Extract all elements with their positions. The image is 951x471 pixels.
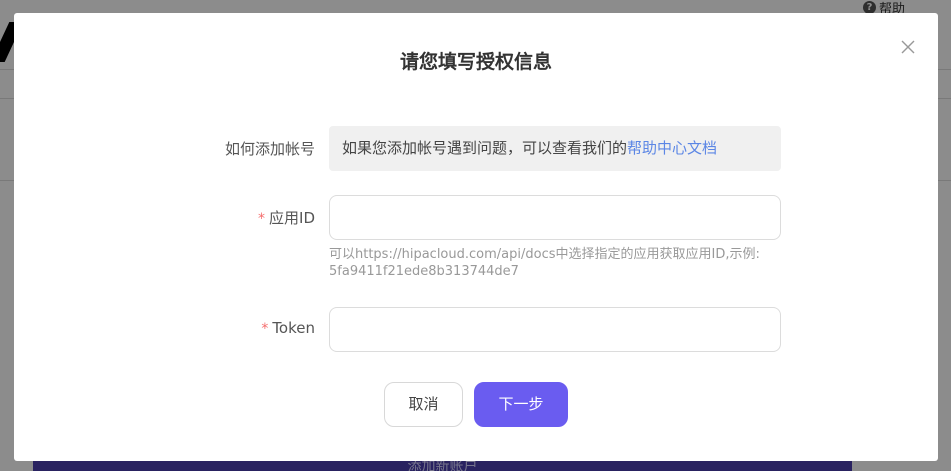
how-to-label: 如何添加帐号 xyxy=(224,140,315,158)
help-center-link[interactable]: 帮助中心文档 xyxy=(627,139,717,157)
token-label-text: Token xyxy=(272,319,315,337)
app-id-hint: 可以https://hipacloud.com/api/docs中选择指定的应用… xyxy=(329,247,760,279)
authorization-dialog: 请您填写授权信息 如何添加帐号 如果您添加帐号遇到问题，可以查看我们的帮助中心文… xyxy=(14,13,938,461)
how-to-row: 如何添加帐号 如果您添加帐号遇到问题，可以查看我们的帮助中心文档 xyxy=(14,126,938,171)
required-mark: * xyxy=(258,211,266,227)
how-to-info-box: 如果您添加帐号遇到问题，可以查看我们的帮助中心文档 xyxy=(329,126,781,171)
app-id-label: * 应用ID xyxy=(258,207,315,228)
how-to-text: 如果您添加帐号遇到问题，可以查看我们的 xyxy=(342,139,628,157)
app-id-label-text: 应用ID xyxy=(269,209,315,227)
required-mark: * xyxy=(261,321,269,337)
token-row: * Token xyxy=(14,307,938,352)
token-label: * Token xyxy=(261,319,315,337)
app-id-input[interactable] xyxy=(329,195,781,240)
next-step-button[interactable]: 下一步 xyxy=(474,382,568,427)
cancel-button[interactable]: 取消 xyxy=(384,382,463,427)
dialog-title: 请您填写授权信息 xyxy=(399,51,552,73)
close-icon[interactable] xyxy=(900,39,916,55)
app-id-row: * 应用ID 可以https://hipacloud.com/api/docs中选… xyxy=(14,195,938,285)
token-input[interactable] xyxy=(329,307,781,352)
